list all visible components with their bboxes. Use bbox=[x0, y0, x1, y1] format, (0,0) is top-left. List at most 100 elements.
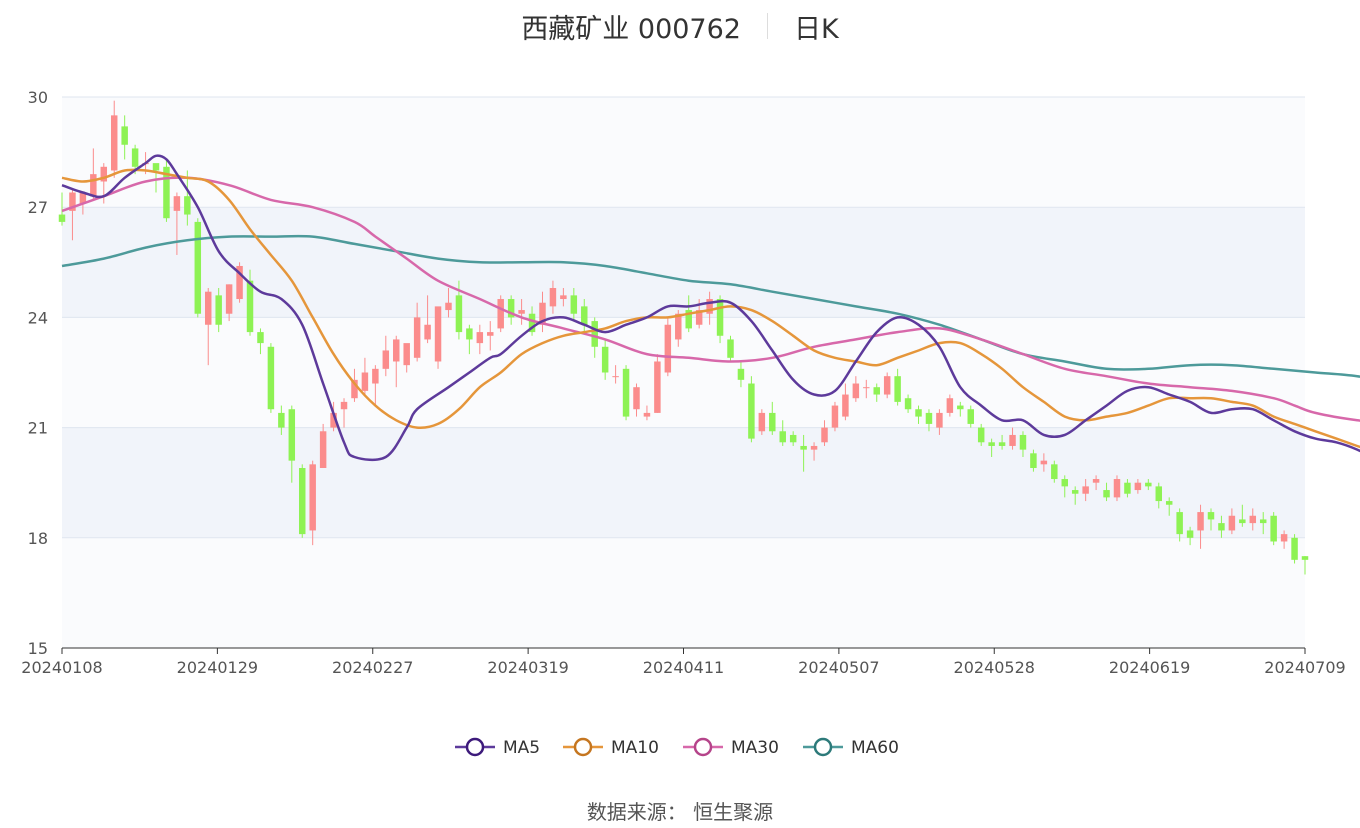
candle-body bbox=[957, 405, 964, 410]
candle bbox=[1291, 534, 1298, 564]
candle-body bbox=[372, 368, 379, 384]
candle-body bbox=[560, 295, 567, 300]
candle-body bbox=[852, 383, 860, 399]
candle-body bbox=[1009, 434, 1016, 446]
candle bbox=[748, 376, 755, 443]
candle-body bbox=[1082, 486, 1089, 494]
candle-body bbox=[382, 350, 390, 369]
candle-body bbox=[518, 310, 525, 314]
candle-body bbox=[748, 383, 755, 439]
x-tick-label: 20240227 bbox=[332, 658, 413, 677]
x-tick-label: 20240411 bbox=[643, 658, 724, 677]
y-tick-label: 27 bbox=[28, 198, 48, 217]
y-tick-label: 21 bbox=[28, 419, 48, 438]
candle-body bbox=[977, 427, 985, 443]
candle-body bbox=[1071, 490, 1079, 494]
candle bbox=[622, 365, 630, 421]
candle-body bbox=[215, 295, 222, 325]
candle-body bbox=[1301, 556, 1309, 560]
candle-body bbox=[1030, 453, 1037, 469]
x-tick-label: 20240507 bbox=[798, 658, 879, 677]
candle-body bbox=[434, 306, 442, 362]
candle-body bbox=[1176, 512, 1183, 535]
candle-body bbox=[946, 398, 954, 413]
candle-body bbox=[737, 368, 745, 380]
candle-body bbox=[58, 214, 66, 222]
candle-body bbox=[299, 468, 306, 535]
candle-body bbox=[675, 313, 682, 340]
candle bbox=[654, 354, 661, 413]
candle-body bbox=[873, 387, 880, 395]
candle-body bbox=[1239, 519, 1246, 524]
candle-body bbox=[863, 387, 870, 389]
candle-body bbox=[361, 372, 369, 391]
candle-body bbox=[194, 221, 202, 314]
candle-body bbox=[1113, 479, 1121, 498]
candle bbox=[758, 409, 766, 435]
candle-body bbox=[998, 442, 1006, 446]
candle-body bbox=[1165, 501, 1173, 505]
y-tick-label: 30 bbox=[28, 88, 48, 107]
candle-body bbox=[1040, 460, 1048, 465]
x-tick-label: 20240129 bbox=[177, 658, 258, 677]
candle bbox=[883, 372, 891, 399]
legend-marker bbox=[573, 737, 593, 757]
candle-body bbox=[831, 405, 839, 428]
candle-body bbox=[131, 148, 139, 167]
x-tick-label: 20240528 bbox=[954, 658, 1035, 677]
candle bbox=[236, 262, 243, 303]
y-axis: 15 18 21 24 27 30 bbox=[28, 88, 48, 658]
candle-body bbox=[466, 328, 473, 340]
legend-label: MA60 bbox=[851, 738, 899, 758]
candle-body bbox=[643, 412, 651, 417]
candle-body bbox=[225, 284, 233, 314]
legend-item-ma5[interactable]: MA5 bbox=[455, 737, 540, 758]
candle-body bbox=[1186, 530, 1194, 538]
legend-marker bbox=[465, 737, 485, 757]
legend-label: MA10 bbox=[611, 738, 659, 758]
candle-body bbox=[340, 401, 348, 410]
candle-body bbox=[278, 412, 285, 428]
candle-body bbox=[727, 339, 734, 358]
plot-band bbox=[62, 317, 1305, 428]
candle-body bbox=[1092, 479, 1100, 483]
y-tick-label: 15 bbox=[28, 639, 48, 658]
candle-body bbox=[925, 412, 933, 424]
legend[interactable]: MA5 MA10 MA30 MA60 bbox=[455, 737, 899, 758]
candle-body bbox=[288, 409, 296, 461]
legend-item-ma30[interactable]: MA30 bbox=[683, 737, 779, 758]
candle-body bbox=[936, 412, 943, 428]
candle-body bbox=[497, 299, 504, 329]
candle-body bbox=[246, 280, 254, 333]
legend-item-ma10[interactable]: MA10 bbox=[563, 737, 659, 758]
candle-body bbox=[90, 174, 97, 197]
candle bbox=[727, 335, 734, 362]
x-tick-label: 20240319 bbox=[487, 658, 568, 677]
x-tick-label: 20240709 bbox=[1264, 658, 1345, 677]
candle-body bbox=[1270, 515, 1277, 542]
candle-body bbox=[654, 361, 661, 413]
candle-body bbox=[716, 299, 724, 336]
plot-band bbox=[62, 537, 1305, 648]
candle bbox=[299, 464, 306, 538]
candle-body bbox=[152, 163, 160, 171]
candle-body bbox=[570, 295, 578, 314]
candle-body bbox=[1218, 523, 1225, 531]
candle-body bbox=[319, 431, 327, 469]
candle-body bbox=[967, 409, 974, 424]
candle-body bbox=[1291, 537, 1298, 560]
candle bbox=[194, 218, 202, 318]
plot-bands bbox=[62, 97, 1305, 648]
candle-body bbox=[455, 295, 463, 333]
candle-body bbox=[173, 196, 181, 211]
candle-body bbox=[988, 442, 995, 446]
candle-body bbox=[393, 339, 400, 362]
candle-body bbox=[476, 332, 484, 344]
candle-body bbox=[413, 317, 421, 358]
candle-body bbox=[769, 412, 776, 432]
x-tick-label: 20240619 bbox=[1109, 658, 1190, 677]
legend-item-ma60[interactable]: MA60 bbox=[803, 737, 899, 758]
candle-body bbox=[110, 115, 118, 171]
candle-body bbox=[810, 445, 818, 450]
candle-body bbox=[664, 324, 672, 373]
